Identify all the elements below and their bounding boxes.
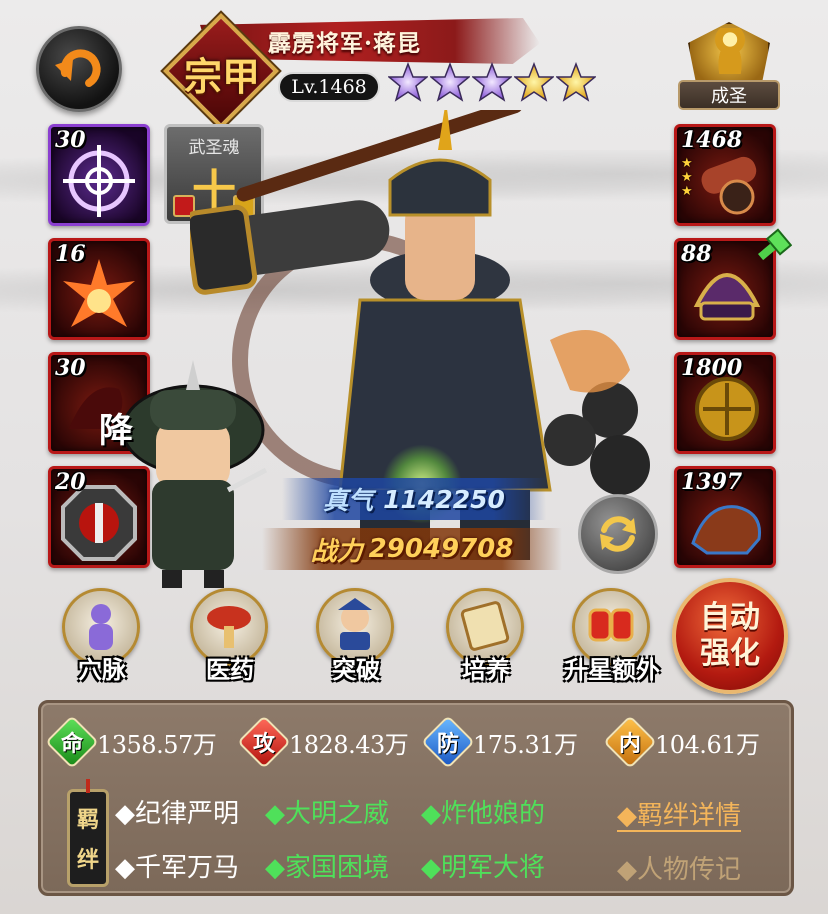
refresh-button[interactable] [578,494,658,574]
attribute-value: 104.61万 [655,730,760,759]
attribute-value: 175.31万 [473,730,578,759]
breakthrough-icon [338,598,372,650]
refresh-icon [600,516,636,552]
bond-item: ◆家国困境 [265,853,389,883]
action-label: 突破 [332,655,380,684]
slot-level: 16 [55,241,86,267]
gold-star-icon [556,62,596,102]
left-equipment-slot[interactable]: 16 [48,238,150,340]
slot-level: 20 [55,469,86,495]
attribute-glyph: 内 [618,732,641,757]
action-label: 穴脉 [78,655,126,684]
slot-level: 1468 [681,127,743,153]
vigor-label: 真气 [323,486,374,515]
action-label: 培养 [462,655,510,684]
gold-star-icon [514,62,554,102]
bond-details-link[interactable]: ◆羁绊详情 [617,795,741,832]
purple-star-icon [388,62,428,102]
attribute-gem-icon: 命 [49,719,95,765]
armor-icon [695,377,759,441]
sage-figure-icon [712,28,748,74]
attribute-gem-icon: 攻 [241,719,287,765]
slot-level: 30 [55,127,86,153]
star-rating [388,62,596,102]
attribute-stat: 内 104.61万 [607,719,760,765]
auto-enhance-button[interactable]: 自动 强化 [672,578,788,694]
crosshair-icon [63,145,135,217]
chibi-companion [121,360,268,588]
right-equipment-slot[interactable]: 1800 [674,352,776,454]
slot-level: 1800 [681,355,743,381]
attribute-glyph: 命 [60,732,83,757]
bond-tag-char: 绊 [76,847,99,873]
attribute-panel: 命 1358.57万攻 1828.43万防 175.31万内 104.61万 羁… [38,700,794,896]
attribute-glyph: 攻 [252,732,275,757]
cannon-icon [701,156,757,215]
auto-enhance-line1: 自动 [700,600,760,635]
action-button[interactable]: 医药 [180,588,280,688]
auto-enhance-line2: 强化 [700,636,760,671]
left-equipment-slot[interactable]: 30 [48,124,150,226]
slot-glyph: 降 [99,411,133,451]
action-button[interactable]: 升星额外 [562,588,662,688]
bond-tag-cord [86,779,90,793]
bond-tag: 羁 绊 [67,789,109,887]
action-button[interactable]: 穴脉 [52,588,152,688]
hero-level: Lv.1468 [278,72,380,102]
attribute-gem-icon: 内 [607,719,653,765]
vigor-value: 1142250 [383,484,505,514]
scroll-icon [460,601,510,651]
meridian-icon [89,604,113,650]
attribute-glyph: 防 [436,732,459,757]
attribute-value: 1828.43万 [289,730,409,759]
hero-name: 霹雳将军·蒋昆 [268,30,422,57]
power-bar: 战力 29049708 [262,528,562,570]
title-badge[interactable]: 成圣 [678,80,780,110]
gloves-icon [588,608,634,642]
rank-glyph: 宗甲 [183,54,260,99]
action-label: 升星额外 [564,655,660,684]
bond-item: ◆明军大将 [421,853,545,883]
right-equipment-slot[interactable]: 1468 ★ ★ ★ [674,124,776,226]
action-button[interactable]: 突破 [306,588,406,688]
power-value: 29049708 [368,534,514,564]
attribute-stat: 防 175.31万 [425,719,578,765]
purple-star-icon [472,62,512,102]
vigor-bar: 真气 1142250 [282,478,546,520]
slot-level: 30 [55,355,86,381]
explosion-icon [63,259,135,327]
attribute-gem-icon: 防 [425,719,471,765]
mount-icon [691,505,762,555]
action-label: 医药 [206,655,254,684]
upgrade-hammer-icon [758,228,792,261]
purple-star-icon [430,62,470,102]
action-button[interactable]: 培养 [436,588,536,688]
biography-link[interactable]: ◆人物传记 [617,849,741,886]
attribute-stat: 攻 1828.43万 [241,719,409,765]
bond-item: ◆纪律严明 [115,799,239,829]
slot-level: 1397 [681,469,743,495]
bond-tag-char: 羁 [76,807,99,833]
power-label: 战力 [310,536,363,567]
slot-stars-icon: ★ ★ ★ [681,156,693,199]
bond-item: ◆千军万马 [115,853,239,883]
medicine-icon [207,606,251,648]
right-equipment-slot[interactable]: 1397 [674,466,776,568]
bond-item: ◆大明之威 [265,799,389,829]
bond-item: ◆炸他娘的 [421,799,545,829]
back-button[interactable] [36,26,122,112]
back-arrow-icon [55,49,101,87]
slot-level: 88 [681,241,712,267]
bond-tag-text: 羁 绊 [70,800,106,880]
attribute-value: 1358.57万 [97,730,217,759]
attribute-stat: 命 1358.57万 [49,719,217,765]
